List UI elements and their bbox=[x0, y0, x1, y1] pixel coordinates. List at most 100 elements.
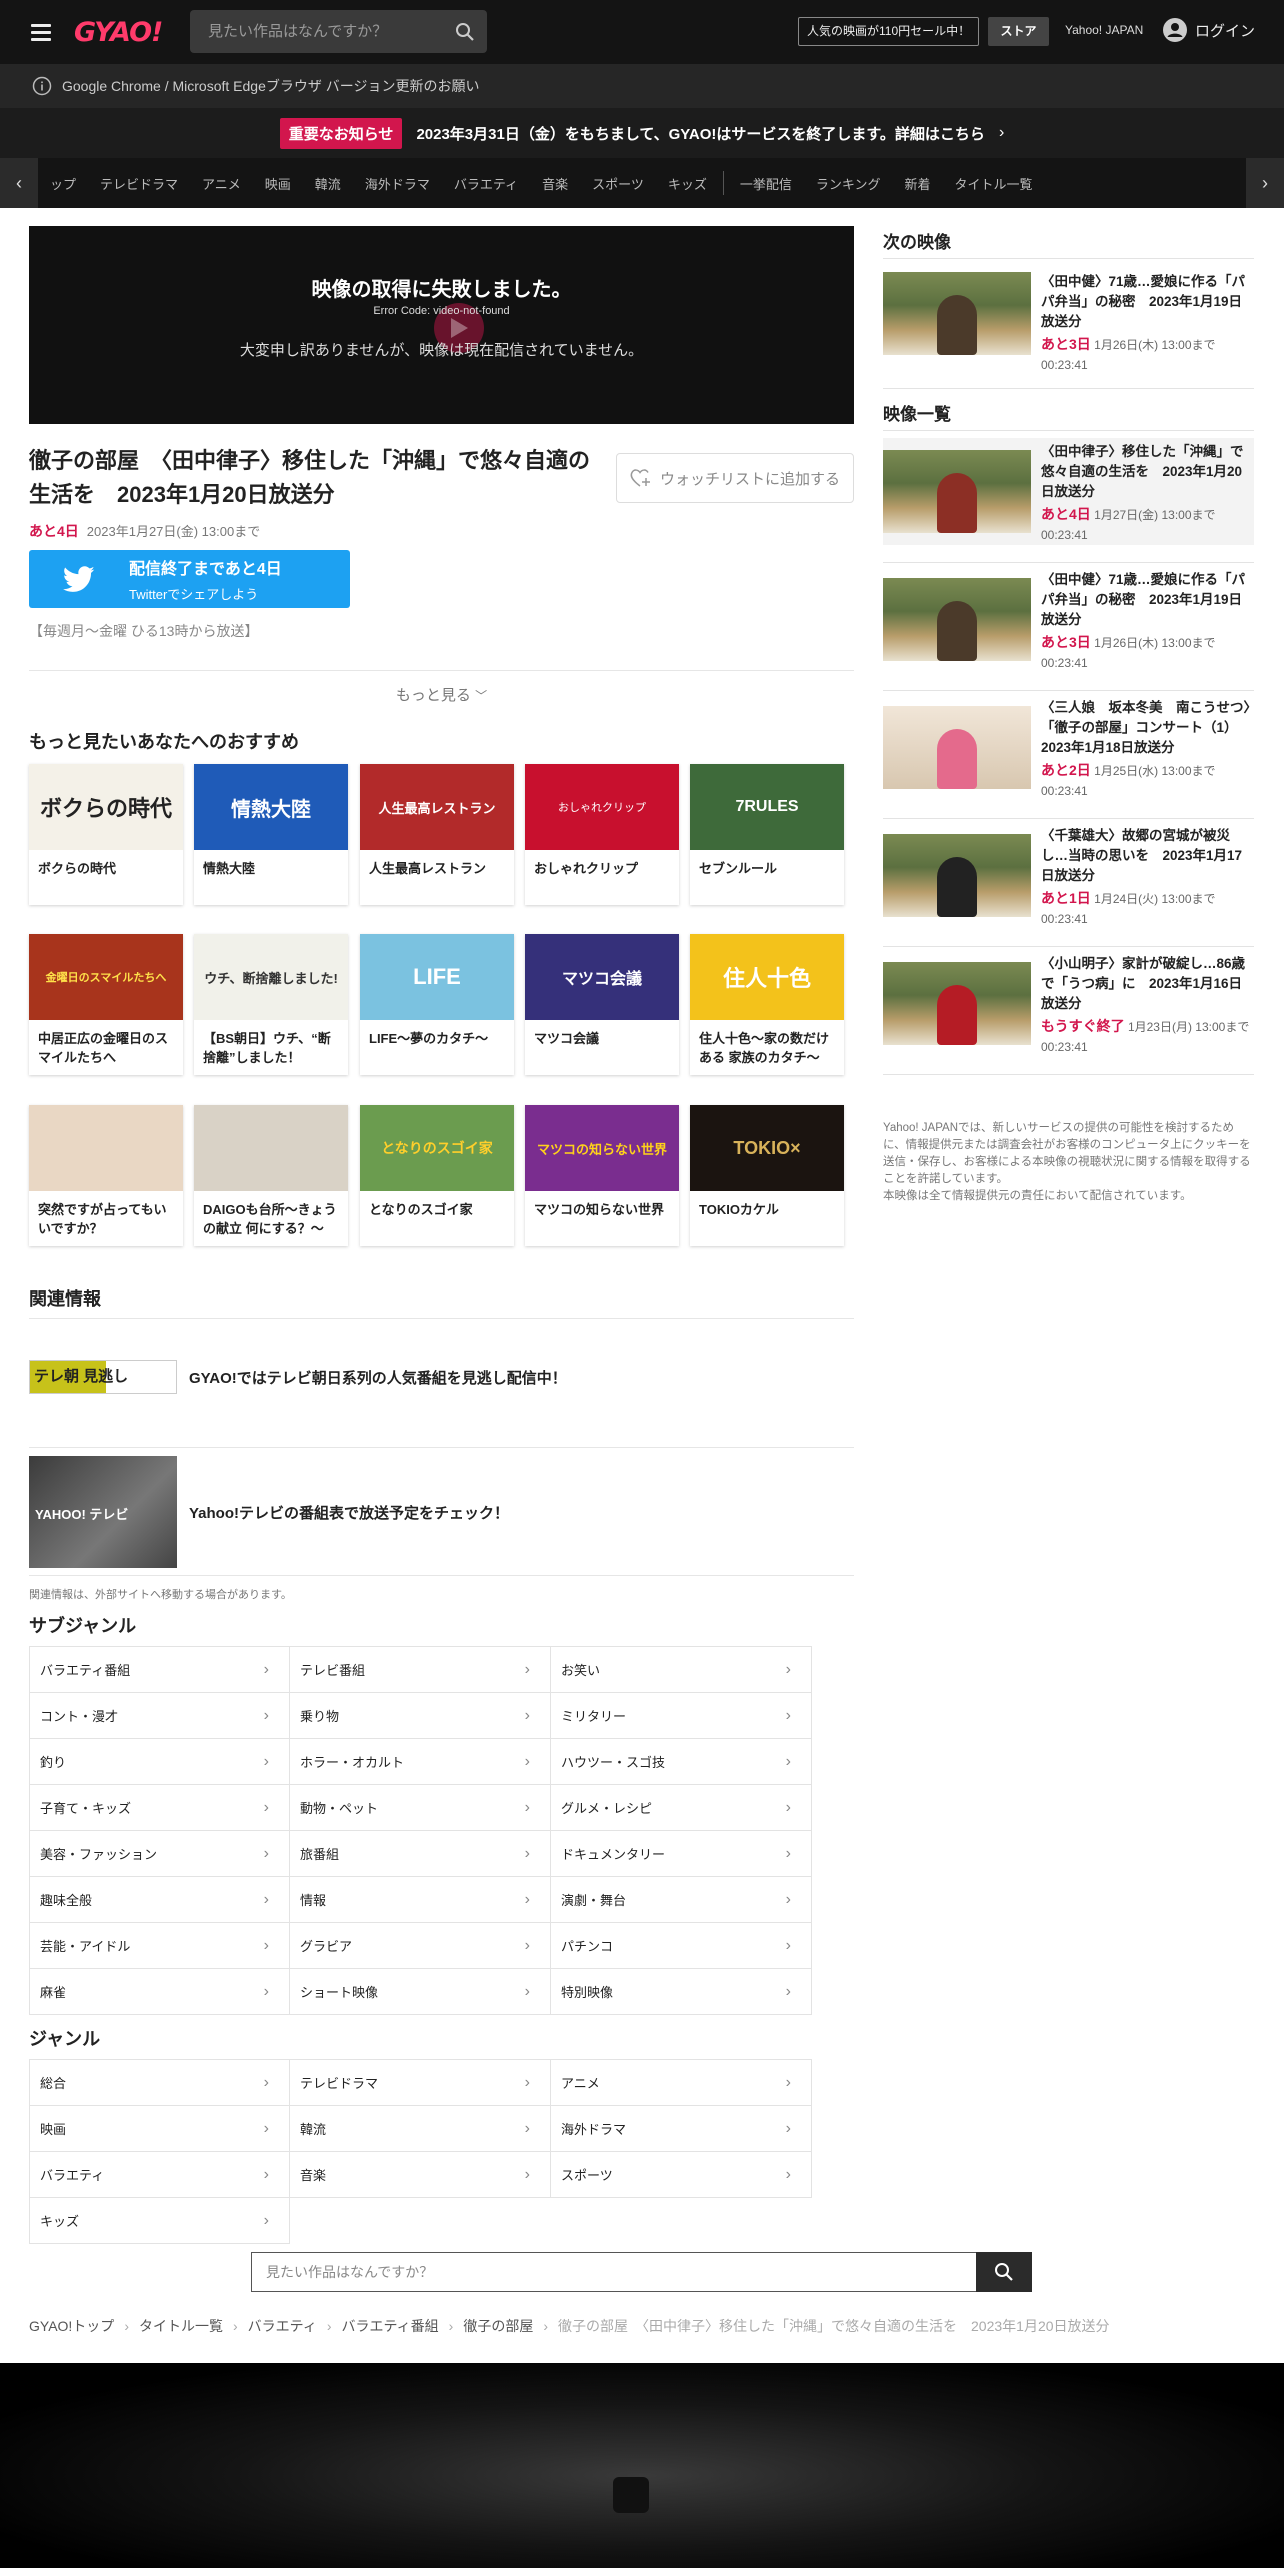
browser-notice[interactable]: Google Chrome / Microsoft Edgeブラウザ バージョン… bbox=[0, 64, 1284, 108]
important-notice[interactable]: 重要なお知らせ 2023年3月31日（金）をもちまして、GYAO!はサービスを終… bbox=[0, 108, 1284, 158]
subgenre-item[interactable]: ホラー・オカルト › bbox=[290, 1739, 551, 1785]
footer-button[interactable] bbox=[613, 2477, 649, 2513]
subgenre-item[interactable]: 旅番組 › bbox=[290, 1831, 551, 1877]
search-icon[interactable] bbox=[443, 10, 487, 53]
genre-item[interactable]: 海外ドラマ › bbox=[551, 2106, 812, 2152]
genre-item[interactable]: 音楽 › bbox=[290, 2152, 551, 2198]
breadcrumb-item[interactable]: バラエティ bbox=[248, 2316, 317, 2336]
chevron-right-icon: › bbox=[263, 2119, 269, 2137]
nav-item[interactable]: 海外ドラマ bbox=[353, 174, 442, 193]
bottom-search-icon[interactable] bbox=[976, 2252, 1032, 2292]
related-item-yahoo-tv[interactable]: YAHOO! テレビ Yahoo!テレビの番組表で放送予定をチェック！ bbox=[29, 1456, 509, 1568]
nav-item[interactable]: キッズ bbox=[656, 174, 719, 193]
nav-item[interactable]: ップ bbox=[38, 174, 88, 193]
store-button[interactable]: ストア bbox=[988, 17, 1049, 46]
subgenre-item[interactable]: 乗り物 › bbox=[290, 1693, 551, 1739]
subgenre-item[interactable]: 美容・ファッション › bbox=[29, 1831, 290, 1877]
login-button[interactable]: ログイン bbox=[1163, 18, 1255, 42]
video-list-item[interactable]: 〈小山明子〉家計が破綻し…86歳で「うつ病」に 2023年1月16日放送分 もうす… bbox=[883, 950, 1254, 1057]
subgenre-item[interactable]: 子育て・キッズ › bbox=[29, 1785, 290, 1831]
next-video[interactable]: 〈田中健〉71歳…愛娘に作る「パパ弁当」の秘密 2023年1月19日放送分 あと… bbox=[883, 272, 1254, 375]
yahoo-japan-link[interactable]: Yahoo! JAPAN bbox=[1065, 23, 1143, 37]
nav-item[interactable]: タイトル一覧 bbox=[943, 174, 1045, 193]
video-list-item[interactable]: 〈田中律子〉移住した「沖縄」で悠々自適の生活を 2023年1月20日放送分 あと4… bbox=[883, 438, 1254, 545]
recommend-card[interactable]: おしゃれクリップ おしゃれクリップ bbox=[525, 764, 679, 905]
subgenre-item[interactable]: 釣り › bbox=[29, 1739, 290, 1785]
genre-item[interactable]: 映画 › bbox=[29, 2106, 290, 2152]
nav-item[interactable]: 映画 bbox=[253, 174, 303, 193]
subgenre-item[interactable]: グルメ・レシピ › bbox=[551, 1785, 812, 1831]
subgenre-item[interactable]: ハウツー・スゴ技 › bbox=[551, 1739, 812, 1785]
nav-prev-icon[interactable]: ‹ bbox=[0, 158, 38, 208]
breadcrumb-item[interactable]: バラエティ番組 bbox=[342, 2316, 439, 2336]
video-list-item[interactable]: 〈千葉雄大〉故郷の宮城が被災し…当時の思いを 2023年1月17日放送分 あと1日… bbox=[883, 822, 1254, 929]
subgenre-item[interactable]: 情報 › bbox=[290, 1877, 551, 1923]
recommend-title: TOKIOカケル bbox=[699, 1202, 779, 1217]
bottom-search-input[interactable] bbox=[251, 2252, 976, 2292]
nav-item[interactable]: アニメ bbox=[190, 174, 253, 193]
recommend-card[interactable]: 住人十色 住人十色～家の数だけある 家族のカタチ～ bbox=[690, 934, 844, 1075]
search-input[interactable] bbox=[190, 23, 443, 40]
genre-item[interactable]: 総合 › bbox=[29, 2060, 290, 2106]
recommend-card[interactable]: DAIGOも台所～きょうの献立 何にする？～ bbox=[194, 1105, 348, 1246]
twitter-share-button[interactable]: 配信終了まであと4日 Twitterでシェアしよう bbox=[29, 550, 350, 608]
breadcrumb-item[interactable]: GYAO!トップ bbox=[29, 2316, 114, 2336]
subgenre-item[interactable]: グラビア › bbox=[290, 1923, 551, 1969]
nav-item[interactable]: バラエティ bbox=[442, 174, 530, 193]
recommend-title: 【BS朝日】ウチ、“断捨離”しました！ bbox=[203, 1031, 331, 1065]
genre-item[interactable]: 韓流 › bbox=[290, 2106, 551, 2152]
subgenre-item[interactable]: ドキュメンタリー › bbox=[551, 1831, 812, 1877]
nav-item[interactable]: 一挙配信 bbox=[728, 174, 804, 193]
video-list-item[interactable]: 〈三人娘 坂本冬美 南こうせつ〉「徹子の部屋」コンサート（1） 2023年1月1… bbox=[883, 694, 1254, 801]
recommend-card[interactable]: TOKIO× TOKIOカケル bbox=[690, 1105, 844, 1246]
subgenre-item[interactable]: 動物・ペット › bbox=[290, 1785, 551, 1831]
subgenre-item[interactable]: パチンコ › bbox=[551, 1923, 812, 1969]
recommend-card[interactable]: マツコの知らない世界 マツコの知らない世界 bbox=[525, 1105, 679, 1246]
recommend-card[interactable]: 金曜日のスマイルたちへ 中居正広の金曜日のスマイルたちへ bbox=[29, 934, 183, 1075]
subgenre-item[interactable]: コント・漫才 › bbox=[29, 1693, 290, 1739]
subgenre-item[interactable]: 特別映像 › bbox=[551, 1969, 812, 2015]
nav-item[interactable]: ランキング bbox=[804, 174, 893, 193]
recommend-card[interactable]: LIFE LIFE～夢のカタチ～ bbox=[360, 934, 514, 1075]
recommend-card[interactable]: マツコ会議 マツコ会議 bbox=[525, 934, 679, 1075]
watchlist-button[interactable]: ウォッチリストに追加する bbox=[616, 453, 854, 503]
genre-item[interactable]: バラエティ › bbox=[29, 2152, 290, 2198]
subgenre-item[interactable]: 演劇・舞台 › bbox=[551, 1877, 812, 1923]
subgenre-item[interactable]: 趣味全般 › bbox=[29, 1877, 290, 1923]
recommend-card[interactable]: 人生最高レストラン 人生最高レストラン bbox=[360, 764, 514, 905]
genre-item[interactable]: テレビドラマ › bbox=[290, 2060, 551, 2106]
genre-item[interactable]: キッズ › bbox=[29, 2198, 290, 2244]
recommend-card[interactable]: となりのスゴイ家 となりのスゴイ家 bbox=[360, 1105, 514, 1246]
gyao-logo[interactable]: GYAO! bbox=[74, 17, 163, 48]
recommend-card[interactable]: ボクらの時代 ボクらの時代 bbox=[29, 764, 183, 905]
promo-link[interactable]: 人気の映画が110円セール中！ bbox=[798, 17, 980, 46]
subgenre-item[interactable]: バラエティ番組 › bbox=[29, 1647, 290, 1693]
nav-next-icon[interactable]: › bbox=[1246, 158, 1284, 208]
nav-item[interactable]: 新着 bbox=[892, 174, 942, 193]
subgenre-item[interactable]: 麻雀 › bbox=[29, 1969, 290, 2015]
genre-item[interactable]: アニメ › bbox=[551, 2060, 812, 2106]
recommend-card[interactable]: 7RULES セブンルール bbox=[690, 764, 844, 905]
nav-item[interactable]: スポーツ bbox=[580, 174, 656, 193]
nav-item[interactable]: テレビドラマ bbox=[88, 174, 190, 193]
more-button[interactable]: もっと見る ﹀ bbox=[29, 670, 854, 720]
recommend-card[interactable]: 突然ですが占ってもいいですか？ bbox=[29, 1105, 183, 1246]
subgenre-item[interactable]: ミリタリー › bbox=[551, 1693, 812, 1739]
subgenre-item[interactable]: 芸能・アイドル › bbox=[29, 1923, 290, 1969]
recommend-title: マツコの知らない世界 bbox=[534, 1202, 665, 1217]
video-player[interactable]: 映像の取得に失敗しました。 Error Code: video-not-foun… bbox=[29, 226, 854, 424]
subgenre-item[interactable]: ショート映像 › bbox=[290, 1969, 551, 2015]
nav-item[interactable]: 音楽 bbox=[530, 174, 580, 193]
recommend-card[interactable]: ウチ、断捨離しました! 【BS朝日】ウチ、“断捨離”しました！ bbox=[194, 934, 348, 1075]
subgenre-item[interactable]: テレビ番組 › bbox=[290, 1647, 551, 1693]
menu-icon[interactable] bbox=[31, 23, 51, 41]
breadcrumb-item[interactable]: 徹子の部屋 bbox=[463, 2316, 533, 2336]
related-item-tvasahi[interactable]: テレ朝 見逃し GYAO!ではテレビ朝日系列の人気番組を見逃し配信中！ bbox=[29, 1360, 567, 1394]
nav-item[interactable]: 韓流 bbox=[303, 174, 353, 193]
recommend-card[interactable]: 情熱大陸 情熱大陸 bbox=[194, 764, 348, 905]
breadcrumb-item[interactable]: タイトル一覧 bbox=[139, 2316, 223, 2336]
video-list-item[interactable]: 〈田中健〉71歳…愛娘に作る「パパ弁当」の秘密 2023年1月19日放送分 あと3… bbox=[883, 566, 1254, 673]
login-label: ログイン bbox=[1195, 22, 1256, 40]
subgenre-item[interactable]: お笑い › bbox=[551, 1647, 812, 1693]
genre-item[interactable]: スポーツ › bbox=[551, 2152, 812, 2198]
